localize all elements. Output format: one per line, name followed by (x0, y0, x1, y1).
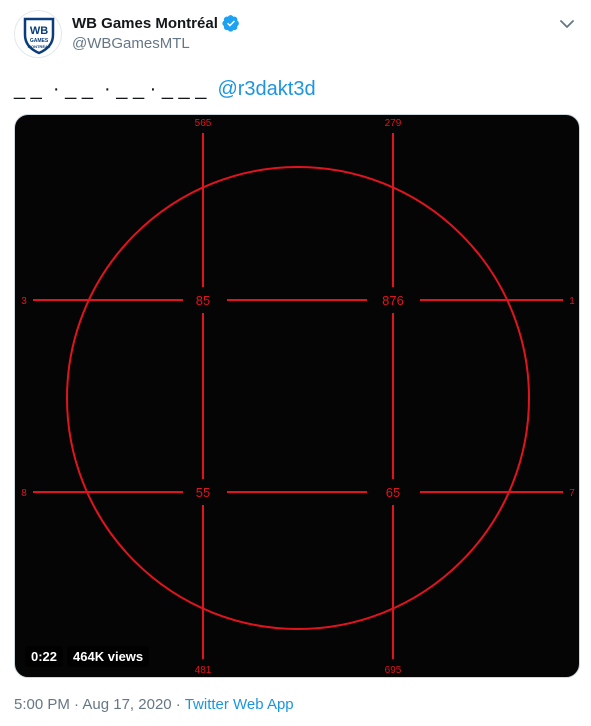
label-top-left: 565 (195, 118, 212, 129)
label-right-upper: 1 (569, 296, 575, 307)
tweet-text-code: _ _ · _ _ · _ _ · _ _ _ (14, 78, 218, 100)
author-handle[interactable]: @WBGamesMTL (72, 35, 190, 52)
tweet-meta: 5:00 PM · Aug 17, 2020 · Twitter Web App (14, 696, 294, 713)
meta-separator: · (69, 696, 83, 713)
video-info: 0:22 464K views (25, 646, 150, 667)
author-display-name[interactable]: WB Games Montréal (72, 15, 218, 32)
author-avatar[interactable]: WB GAMES MONTRÉAL (14, 10, 62, 58)
wb-games-logo: WB GAMES MONTRÉAL (23, 17, 55, 55)
source-app-link[interactable]: Twitter Web App (185, 696, 294, 713)
tweet-time[interactable]: 5:00 PM (14, 696, 70, 713)
label-bottom-right: 695 (385, 665, 402, 676)
verified-badge-icon (222, 15, 239, 32)
logo-wb-text: WB (30, 25, 48, 37)
label-right-lower: 7 (569, 488, 575, 499)
meta-separator: · (171, 696, 185, 713)
label-center-ll: 55 (196, 485, 210, 500)
author-name-row[interactable]: WB Games Montréal (72, 14, 240, 32)
label-left-lower: 8 (21, 488, 27, 499)
label-bottom-left: 481 (195, 665, 212, 676)
red-circle (66, 166, 530, 630)
label-center-ur: 876 (382, 293, 404, 308)
label-left-upper: 3 (21, 296, 27, 307)
tweet-text: _ _ · _ _ · _ _ · _ _ _ @r3dakt3d (14, 76, 316, 102)
video-duration: 0:22 (25, 646, 64, 667)
label-top-right: 279 (385, 118, 402, 129)
logo-montreal-text: MONTRÉAL (28, 44, 51, 49)
label-center-lr: 65 (386, 485, 400, 500)
video-player[interactable]: 565 279 3 1 8 7 481 695 85 876 55 65 0:2… (14, 114, 580, 678)
tweet-date[interactable]: Aug 17, 2020 (82, 696, 171, 713)
chevron-down-icon[interactable] (557, 14, 577, 34)
video-views: 464K views (67, 646, 150, 667)
mention-link[interactable]: @r3dakt3d (217, 78, 315, 100)
video-frame: 565 279 3 1 8 7 481 695 85 876 55 65 (21, 118, 575, 676)
label-center-ul: 85 (196, 293, 210, 308)
